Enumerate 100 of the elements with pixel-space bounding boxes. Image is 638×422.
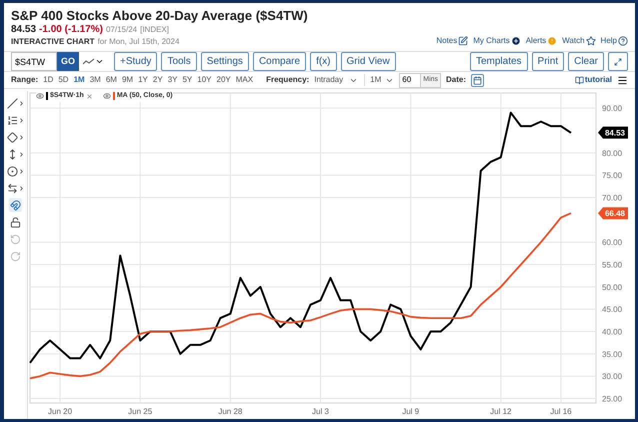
y-axis-label: 55.00 [602, 260, 622, 270]
edit-icon [458, 36, 468, 46]
chart-date: for Mon, Jul 15th, 2024 [98, 36, 180, 48]
x-axis-label: Jul 16 [550, 407, 572, 416]
chevron-icon [18, 100, 24, 106]
star-icon [586, 36, 596, 46]
plus-circle-icon [510, 36, 521, 46]
x-axis-label: Jul 3 [312, 407, 329, 416]
range-option[interactable]: 1M [74, 74, 85, 86]
toolbar-button[interactable]: Templates [470, 52, 528, 71]
range-option[interactable]: 3M [90, 74, 101, 86]
x-axis-label: Jun 25 [128, 407, 152, 416]
toolbar-button[interactable]: +Study [114, 52, 158, 71]
chevron-icon [18, 168, 24, 174]
chevron-icon [18, 184, 24, 192]
y-axis-label: 90.00 [602, 104, 622, 114]
calendar-icon [473, 76, 482, 84]
toolbar-button[interactable]: Tools [161, 52, 197, 71]
tutorial-link[interactable]: tutorial [574, 74, 612, 86]
y-axis-label: 45.00 [602, 305, 622, 314]
minutes-input[interactable]: 60 [400, 74, 420, 86]
x-axis-label: Jul 9 [402, 407, 420, 416]
x-axis-label: Jun 20 [48, 407, 72, 416]
line-chart-icon [83, 58, 96, 66]
range-option[interactable]: 1Y [138, 74, 148, 86]
y-axis-label: 25.00 [602, 394, 622, 404]
range-option[interactable]: 9M [122, 74, 134, 86]
undo-icon [10, 234, 21, 244]
caret-icon [95, 57, 104, 66]
lines-tool-icon [6, 114, 18, 126]
price-tag: 66.48 [598, 207, 628, 220]
drawing-tool[interactable] [6, 96, 26, 110]
range-option[interactable]: 5Y [182, 74, 192, 86]
date-label: Date: [446, 74, 466, 86]
range-option[interactable]: 6M [106, 74, 117, 86]
line-tool-icon [6, 98, 18, 108]
y-axis-label: 75.00 [602, 171, 622, 180]
eye-icon[interactable] [36, 92, 44, 100]
last-price: 84.53 [11, 23, 36, 36]
quote-date: 07/15/24 [106, 24, 138, 36]
chevron-icon [18, 150, 24, 158]
price-change: -1.00 (-1.17%) [39, 23, 103, 36]
close-icon[interactable] [86, 92, 93, 100]
chevron-icon [18, 134, 24, 140]
y-axis-label: 60.00 [602, 238, 622, 248]
toolbar-button[interactable]: Grid View [340, 52, 396, 71]
exchange-label: [INDEX] [140, 24, 169, 36]
range-option[interactable]: 1D [43, 74, 54, 86]
symbol-field[interactable]: $S4TW [11, 52, 57, 71]
frequency-dropdown[interactable]: Intraday [314, 74, 366, 86]
drawing-tool[interactable] [6, 130, 26, 144]
book-icon [574, 76, 584, 84]
header-link[interactable]: Notes [436, 35, 468, 47]
help-icon [618, 36, 628, 46]
diamond-icon [6, 132, 18, 142]
circle-dot-icon [6, 166, 18, 176]
price-tag: 84.53 [598, 126, 628, 139]
date-picker-button[interactable] [471, 74, 484, 86]
x-axis-label: Jun 28 [218, 407, 242, 416]
drawing-tool[interactable] [6, 164, 26, 178]
y-axis-label: 70.00 [602, 194, 622, 203]
drawing-tool[interactable] [9, 215, 22, 229]
range-option[interactable]: 2Y [152, 74, 163, 86]
magnet-icon [10, 200, 21, 210]
toolbar-button[interactable]: Settings [200, 52, 249, 71]
x-axis-label: Jul 12 [490, 407, 512, 416]
interval-dropdown[interactable]: 1M [370, 74, 394, 86]
frequency-label: Frequency: [266, 74, 310, 86]
header-link[interactable]: Help [600, 35, 628, 47]
chevron-icon [18, 116, 24, 124]
header-link[interactable]: Watch [562, 35, 596, 47]
toolbar-button[interactable]: f(x) [310, 52, 337, 71]
alert-icon [547, 36, 558, 46]
y-axis-label: 35.00 [602, 350, 622, 359]
chart-style-dropdown[interactable] [83, 57, 104, 66]
chart-type-label: INTERACTIVE CHART [11, 36, 95, 48]
range-label: Range: [11, 74, 38, 86]
drawing-tool[interactable] [9, 198, 22, 212]
eye-icon[interactable] [102, 92, 111, 100]
go-button[interactable]: GO [57, 52, 80, 71]
menu-icon[interactable] [617, 74, 628, 86]
range-option[interactable]: 5D [58, 74, 69, 86]
toolbar-button[interactable]: Clear [568, 52, 604, 71]
range-option[interactable]: 20Y [216, 74, 231, 86]
drawing-tool[interactable] [6, 181, 26, 195]
range-option[interactable]: 3Y [168, 74, 178, 86]
redo-icon [10, 250, 21, 262]
page-title: S&P 400 Stocks Above 20-Day Average ($S4TW) [11, 8, 308, 23]
expand-icon [614, 58, 622, 66]
range-option[interactable]: MAX [236, 74, 254, 86]
y-axis-label: 30.00 [602, 372, 622, 382]
range-option[interactable]: 10Y [197, 74, 212, 86]
header-link[interactable]: My Charts [473, 35, 521, 47]
y-axis-label: 50.00 [602, 282, 622, 292]
y-axis-label: 40.00 [602, 328, 622, 337]
toolbar-button[interactable]: Print [532, 52, 564, 71]
swap-arrows-icon [6, 182, 18, 194]
toolbar-button[interactable]: Compare [252, 52, 306, 71]
header-link[interactable]: Alerts [526, 35, 558, 47]
unlock-icon [10, 216, 21, 228]
